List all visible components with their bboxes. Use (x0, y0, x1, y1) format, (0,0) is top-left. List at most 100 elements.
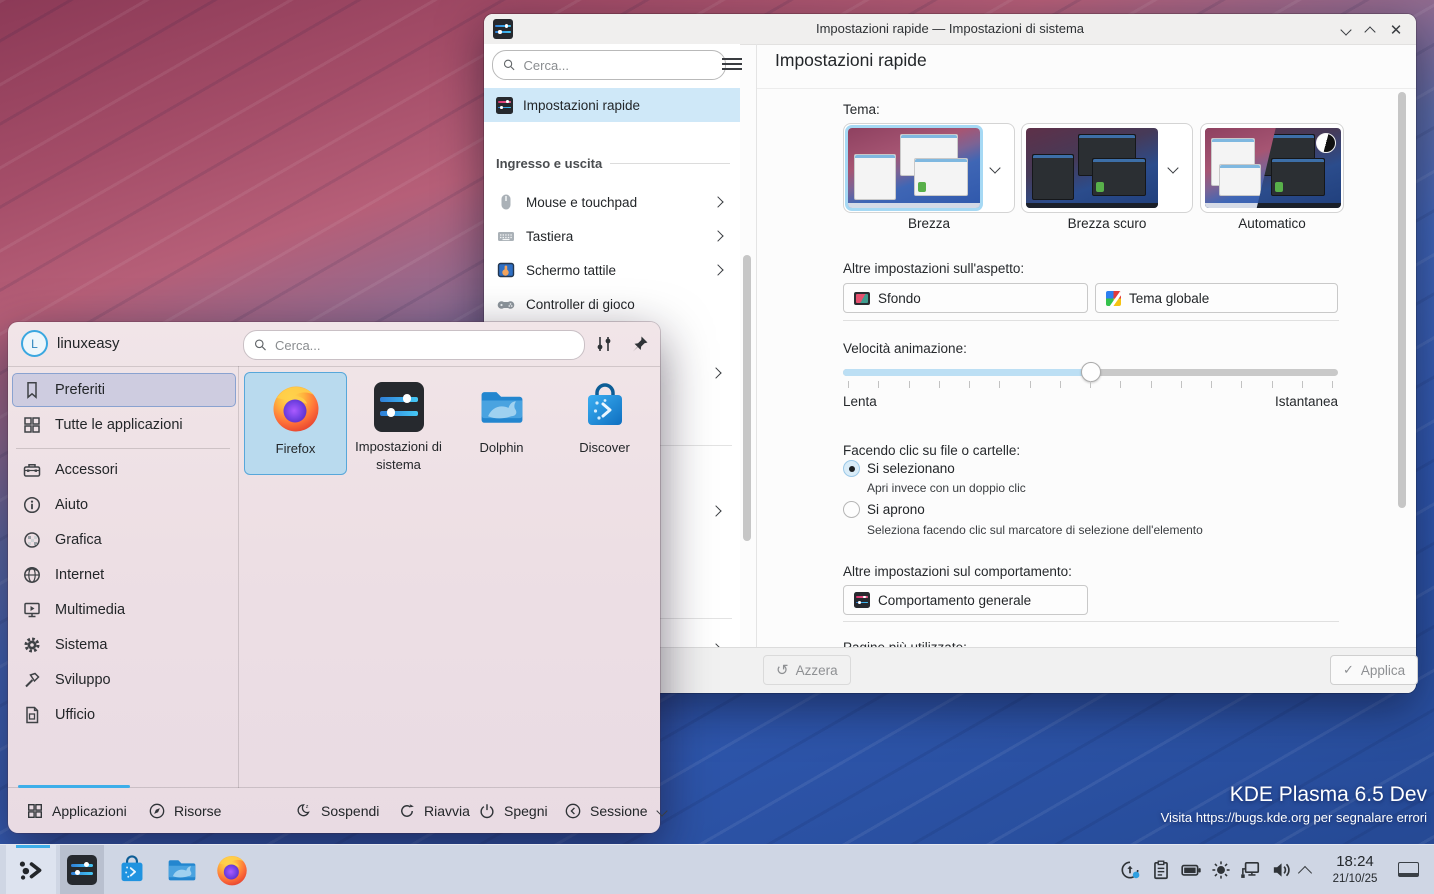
pin-icon[interactable] (630, 334, 650, 354)
sidebar-scrollbar[interactable] (743, 255, 751, 541)
close-button[interactable]: ✕ (1388, 22, 1404, 38)
separator (843, 320, 1339, 321)
system-settings-icon (67, 855, 97, 885)
launcher-footer: Applicazioni Risorse z Sospendi Riavvia … (8, 787, 660, 833)
sidebar-item-all-applications[interactable]: Tutte le applicazioni (12, 408, 236, 442)
sidebar-item-internet[interactable]: Internet (12, 558, 236, 592)
chevron-right-icon (712, 196, 723, 207)
mouse-icon (496, 192, 516, 212)
settings-search[interactable] (492, 50, 726, 80)
task-firefox[interactable] (210, 845, 254, 894)
sidebar-item-office[interactable]: Ufficio (12, 698, 236, 732)
app-label: Dolphin (479, 439, 523, 457)
configure-icon[interactable] (594, 334, 614, 354)
updates-icon[interactable] (1119, 859, 1141, 881)
animation-speed-slider[interactable] (843, 369, 1338, 376)
app-label: Impostazioni di sistema (347, 438, 450, 473)
sidebar-item-accessories[interactable]: Accessori (12, 453, 236, 487)
sidebar-item-mouse[interactable]: Mouse e touchpad (484, 185, 740, 219)
theme-name: Automatico (1200, 216, 1344, 231)
clock-widget[interactable]: 18:24 21/10/25 (1324, 854, 1386, 885)
task-dolphin[interactable] (160, 845, 204, 894)
sidebar-item-favorites[interactable]: Preferiti (12, 373, 236, 407)
clipboard-icon[interactable] (1150, 859, 1172, 881)
system-settings-icon (374, 382, 424, 432)
general-behavior-button[interactable]: Comportamento generale (843, 585, 1088, 615)
theme-preview-dark (1026, 128, 1158, 208)
suspend-icon: z (295, 802, 313, 820)
radio-open-files[interactable] (843, 501, 860, 518)
volume-icon[interactable] (1270, 859, 1292, 881)
quick-settings-icon (496, 97, 513, 114)
monitor-icon (854, 292, 870, 305)
slider-fill (843, 369, 1091, 376)
radio-open-label[interactable]: Si aprono (867, 502, 925, 517)
plasma-version-watermark: KDE Plasma 6.5 Dev Visita https://bugs.k… (1161, 783, 1427, 825)
reset-button[interactable]: ↺ Azzera (763, 655, 851, 685)
taskbar: 18:24 21/10/25 (0, 844, 1434, 894)
page-title: Impostazioni rapide (775, 50, 927, 71)
behavior-icon (854, 592, 870, 608)
appearance-label: Altre impostazioni sull'aspetto: (843, 261, 1024, 276)
task-discover[interactable] (110, 845, 154, 894)
launcher-search[interactable] (243, 330, 585, 360)
sidebar-item-development[interactable]: Sviluppo (12, 663, 236, 697)
battery-icon[interactable] (1180, 859, 1202, 881)
theme-preview-light (848, 128, 980, 208)
radio-select-label[interactable]: Si selezionano (867, 461, 955, 476)
tray-expand-icon[interactable] (1300, 865, 1310, 883)
dolphin-icon (476, 381, 528, 433)
theme-dropdown-button[interactable] (1158, 164, 1188, 172)
show-desktop-icon[interactable] (1398, 862, 1419, 877)
firefox-icon (270, 382, 322, 434)
sidebar-item-keyboard[interactable]: Tastiera (484, 219, 740, 253)
settings-search-input[interactable] (522, 57, 715, 74)
app-tile-system-settings[interactable]: Impostazioni di sistema (347, 372, 450, 475)
radio-select-files[interactable] (843, 460, 860, 477)
global-theme-button[interactable]: Tema globale (1095, 283, 1338, 313)
apply-button[interactable]: ✓ Applica (1330, 655, 1418, 685)
suspend-button[interactable]: z Sospendi (295, 788, 379, 833)
tab-applications[interactable]: Applicazioni (26, 788, 127, 833)
sidebar-item-touchscreen[interactable]: Schermo tattile (484, 253, 740, 287)
app-tile-firefox[interactable]: Firefox (244, 372, 347, 475)
sidebar-item-graphics[interactable]: Grafica (12, 523, 236, 557)
search-icon (254, 338, 267, 352)
app-tile-discover[interactable]: Discover (553, 372, 656, 475)
maximize-button[interactable] (1362, 22, 1378, 38)
sidebar-item-game-controller[interactable]: Controller di gioco (484, 287, 740, 321)
network-icon[interactable] (1239, 859, 1261, 881)
app-tile-dolphin[interactable]: Dolphin (450, 372, 553, 475)
global-theme-icon (1106, 291, 1121, 306)
content-scrollbar[interactable] (1398, 92, 1406, 508)
task-system-settings[interactable] (60, 845, 104, 894)
slider-handle[interactable] (1081, 362, 1101, 382)
sidebar-item-quick-settings[interactable]: Impostazioni rapide (484, 88, 740, 122)
launcher-button[interactable] (6, 845, 56, 894)
restart-button[interactable]: Riavvia (398, 788, 470, 833)
theme-card-automatic[interactable] (1200, 123, 1344, 213)
sidebar-item-system[interactable]: Sistema (12, 628, 236, 662)
launcher-search-input[interactable] (273, 337, 574, 354)
clock-time: 18:24 (1324, 854, 1386, 871)
sidebar-item-multimedia[interactable]: Multimedia (12, 593, 236, 627)
avatar[interactable]: L (21, 330, 48, 357)
theme-dropdown-button[interactable] (980, 164, 1010, 172)
theme-card-breeze[interactable] (843, 123, 1015, 213)
multimedia-icon (22, 600, 42, 620)
slider-ticks (848, 381, 1333, 388)
grid-icon (22, 415, 42, 435)
hamburger-icon[interactable] (722, 56, 742, 72)
sidebar-item-help[interactable]: Aiuto (12, 488, 236, 522)
application-launcher: L linuxeasy Preferiti Tutte le applicazi… (8, 322, 660, 833)
session-button[interactable]: Sessione (564, 788, 666, 833)
wallpaper-button[interactable]: Sfondo (843, 283, 1088, 313)
desktop: KDE Plasma 6.5 Dev Visita https://bugs.k… (0, 0, 1434, 894)
theme-card-breeze-dark[interactable] (1021, 123, 1193, 213)
minimize-button[interactable] (1338, 22, 1354, 38)
brightness-icon[interactable] (1210, 859, 1232, 881)
tab-places[interactable]: Risorse (148, 788, 221, 833)
titlebar[interactable]: Impostazioni rapide — Impostazioni di si… (484, 14, 1416, 45)
shutdown-button[interactable]: Spegni (478, 788, 548, 833)
dolphin-icon (165, 853, 199, 887)
